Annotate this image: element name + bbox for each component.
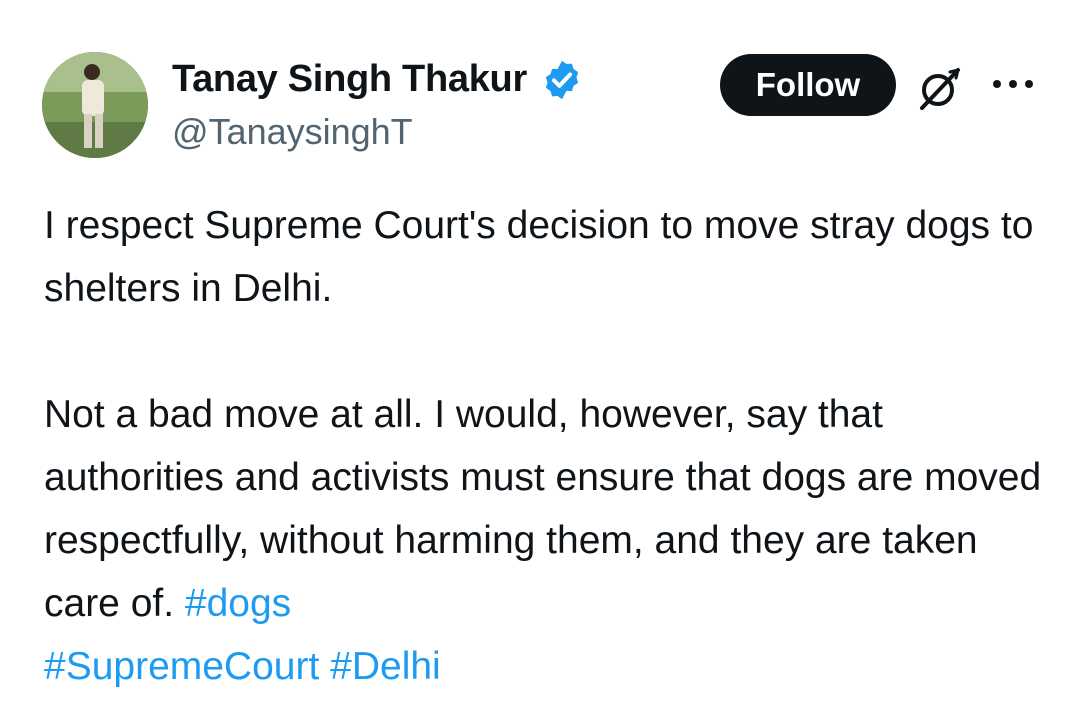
avatar[interactable]	[42, 52, 148, 158]
hashtag-dogs[interactable]: #dogs	[185, 582, 291, 625]
more-horizontal-icon[interactable]	[990, 72, 1036, 96]
tweet-text: I respect Supreme Court's decision to mo…	[44, 194, 1054, 698]
hashtag-supremecourt[interactable]: #SupremeCourt	[44, 645, 319, 688]
grok-icon[interactable]	[916, 64, 964, 112]
verified-badge-icon	[545, 60, 579, 100]
tweet-card: Tanay Singh Thakur @TanaysinghT Follow I…	[0, 0, 1080, 721]
tweet-paragraph-1: I respect Supreme Court's decision to mo…	[44, 204, 1034, 310]
author-handle[interactable]: @TanaysinghT	[172, 110, 413, 154]
tweet-paragraph-2: Not a bad move at all. I would, however,…	[44, 383, 1054, 698]
author-name[interactable]: Tanay Singh Thakur	[172, 57, 527, 101]
hashtag-delhi[interactable]: #Delhi	[330, 645, 441, 688]
follow-button[interactable]: Follow	[720, 54, 896, 116]
avatar-image	[42, 52, 148, 158]
